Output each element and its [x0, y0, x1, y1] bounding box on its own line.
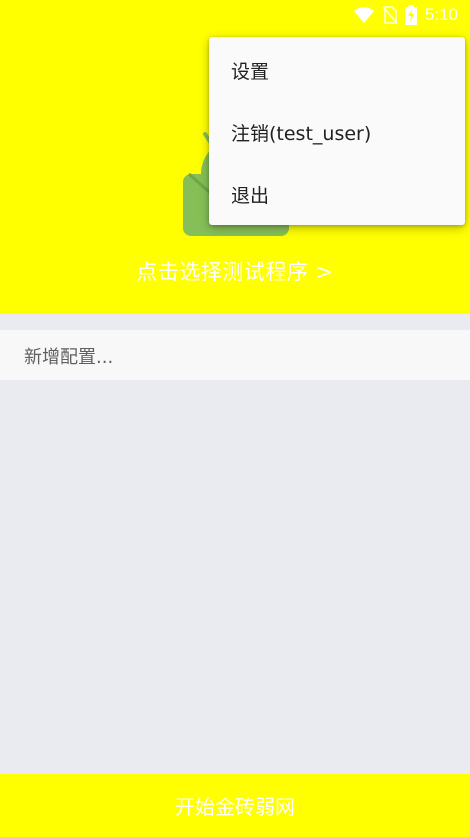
- start-button[interactable]: 开始金砖弱网: [0, 774, 470, 837]
- battery-charging-icon: [404, 5, 417, 25]
- select-program-link[interactable]: 点击选择测试程序 >: [0, 256, 470, 286]
- status-bar: 5:10: [0, 0, 470, 30]
- menu-item-exit[interactable]: 退出: [209, 163, 465, 225]
- menu-item-logout[interactable]: 注销(test_user): [209, 101, 465, 163]
- no-sim-icon: [382, 6, 397, 24]
- status-time: 5:10: [424, 5, 458, 24]
- overflow-menu: 设置 注销(test_user) 退出: [209, 37, 465, 225]
- config-list-area: [0, 380, 470, 774]
- menu-item-settings[interactable]: 设置: [209, 39, 465, 101]
- add-config-label: 新增配置...: [24, 347, 114, 368]
- status-icons: 5:10: [353, 5, 458, 25]
- add-config-row[interactable]: 新增配置...: [0, 330, 470, 380]
- wifi-icon: [353, 7, 374, 23]
